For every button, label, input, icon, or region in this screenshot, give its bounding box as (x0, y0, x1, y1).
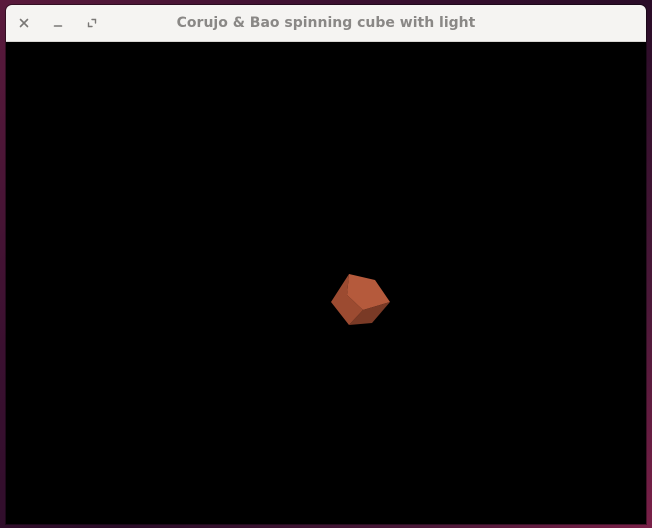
title-bar[interactable]: Corujo & Bao spinning cube with light (6, 5, 646, 42)
cube-scene (331, 274, 390, 325)
close-icon (19, 18, 29, 28)
close-button[interactable] (12, 11, 36, 35)
minimize-button[interactable] (46, 11, 70, 35)
minimize-icon (53, 18, 63, 28)
maximize-button[interactable] (80, 11, 104, 35)
app-window: Corujo & Bao spinning cube with light (6, 5, 646, 524)
spinning-cube (331, 274, 390, 325)
render-canvas[interactable] (6, 42, 646, 524)
maximize-icon (87, 18, 97, 28)
